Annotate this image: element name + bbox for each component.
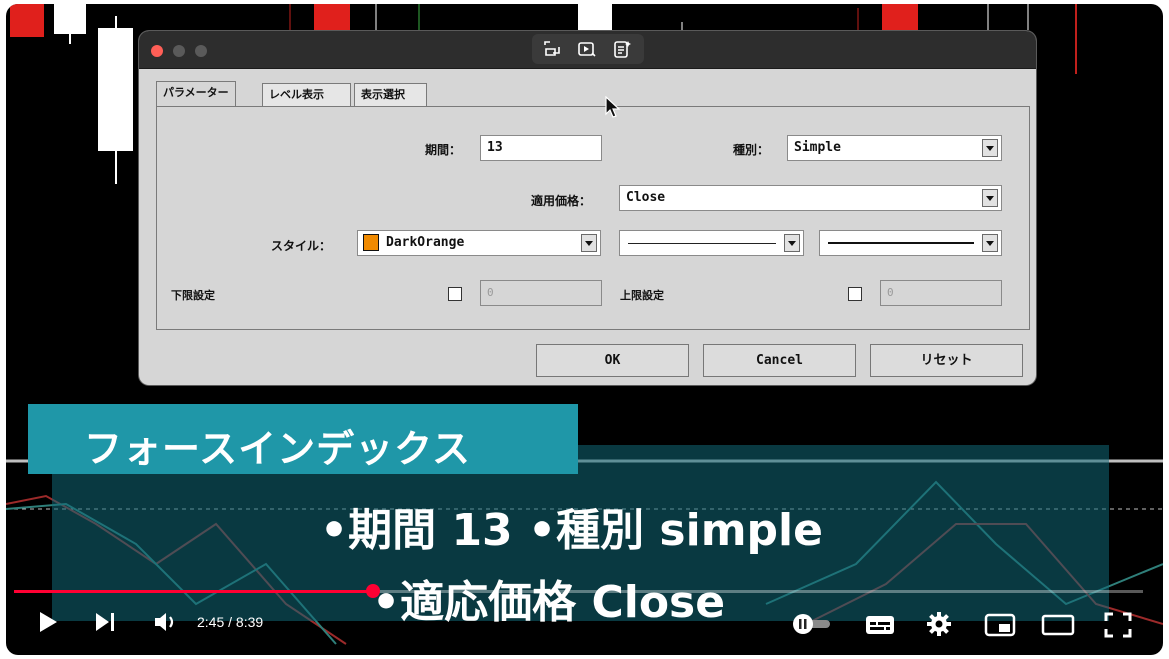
- notes-icon[interactable]: [612, 39, 632, 59]
- dialog-titlebar: [139, 31, 1036, 69]
- chevron-down-icon[interactable]: [784, 234, 800, 252]
- volume-icon[interactable]: [153, 610, 181, 634]
- lower-limit-checkbox[interactable]: [448, 287, 462, 301]
- indicator-settings-dialog: パラメーター レベル表示 表示選択 期間： 13 種別： Simple 適用価格…: [139, 31, 1036, 385]
- tab-parameters[interactable]: パラメーター: [156, 81, 236, 106]
- autoplay-toggle-icon[interactable]: [792, 614, 834, 634]
- chevron-down-icon[interactable]: [982, 139, 998, 157]
- fullscreen-icon[interactable]: [1103, 611, 1133, 639]
- applied-price-value: Close: [626, 190, 666, 205]
- overlay-title: フォースインデックス: [84, 427, 471, 471]
- type-select-value: Simple: [794, 140, 841, 155]
- style-label: スタイル：: [271, 239, 332, 253]
- zoom-window-button[interactable]: [195, 45, 207, 57]
- upper-limit-checkbox[interactable]: [848, 287, 862, 301]
- type-select[interactable]: Simple: [787, 135, 1002, 161]
- screenshot: パラメーター レベル表示 表示選択 期間： 13 種別： Simple 適用価格…: [0, 0, 1169, 659]
- progress-fill: [14, 590, 374, 593]
- period-input[interactable]: 13: [480, 135, 602, 161]
- record-video-icon[interactable]: [577, 39, 597, 59]
- close-window-button[interactable]: [151, 45, 163, 57]
- type-label: 種別：: [733, 143, 770, 157]
- line-width-select[interactable]: [819, 230, 1002, 256]
- reset-button[interactable]: リセット: [870, 344, 1023, 377]
- chevron-down-icon[interactable]: [982, 234, 998, 252]
- caption-line-2: •適応価格 Close: [372, 577, 726, 628]
- time-display: 2:45 / 8:39: [197, 614, 264, 630]
- ok-button[interactable]: OK: [536, 344, 689, 377]
- color-swatch: [363, 234, 379, 251]
- subtitles-icon[interactable]: [865, 613, 895, 637]
- chevron-down-icon[interactable]: [581, 234, 597, 252]
- progress-bar[interactable]: [14, 584, 1143, 598]
- miniplayer-icon[interactable]: [984, 612, 1016, 638]
- tab-display-select[interactable]: 表示選択: [354, 83, 427, 106]
- applied-price-select[interactable]: Close: [619, 185, 1002, 211]
- lower-limit-input[interactable]: 0: [480, 280, 602, 306]
- thin-line-preview: [628, 243, 776, 244]
- screen-crop-icon[interactable]: [542, 39, 562, 59]
- cancel-button[interactable]: Cancel: [703, 344, 856, 377]
- applied-price-label: 適用価格：: [531, 194, 592, 208]
- scrubber-handle[interactable]: [366, 584, 381, 598]
- upper-limit-input[interactable]: 0: [880, 280, 1002, 306]
- thick-line-preview: [828, 242, 974, 244]
- play-icon[interactable]: [37, 610, 59, 634]
- minimize-window-button[interactable]: [173, 45, 185, 57]
- upper-limit-label: 上限設定: [620, 289, 664, 302]
- chevron-down-icon[interactable]: [982, 189, 998, 207]
- settings-gear-icon[interactable]: [926, 611, 952, 637]
- line-color-select[interactable]: DarkOrange: [357, 230, 601, 256]
- period-label: 期間：: [425, 143, 462, 157]
- mouse-cursor-icon: [605, 96, 621, 118]
- tab-level-display[interactable]: レベル表示: [262, 83, 351, 106]
- next-video-icon[interactable]: [93, 610, 117, 634]
- caption-line-1: •期間 13 •種別 simple: [320, 505, 823, 556]
- line-color-value: DarkOrange: [386, 235, 465, 250]
- line-style-select[interactable]: [619, 230, 804, 256]
- theater-mode-icon[interactable]: [1041, 612, 1075, 638]
- lower-limit-label: 下限設定: [171, 289, 215, 302]
- capture-toolbar: [532, 34, 644, 64]
